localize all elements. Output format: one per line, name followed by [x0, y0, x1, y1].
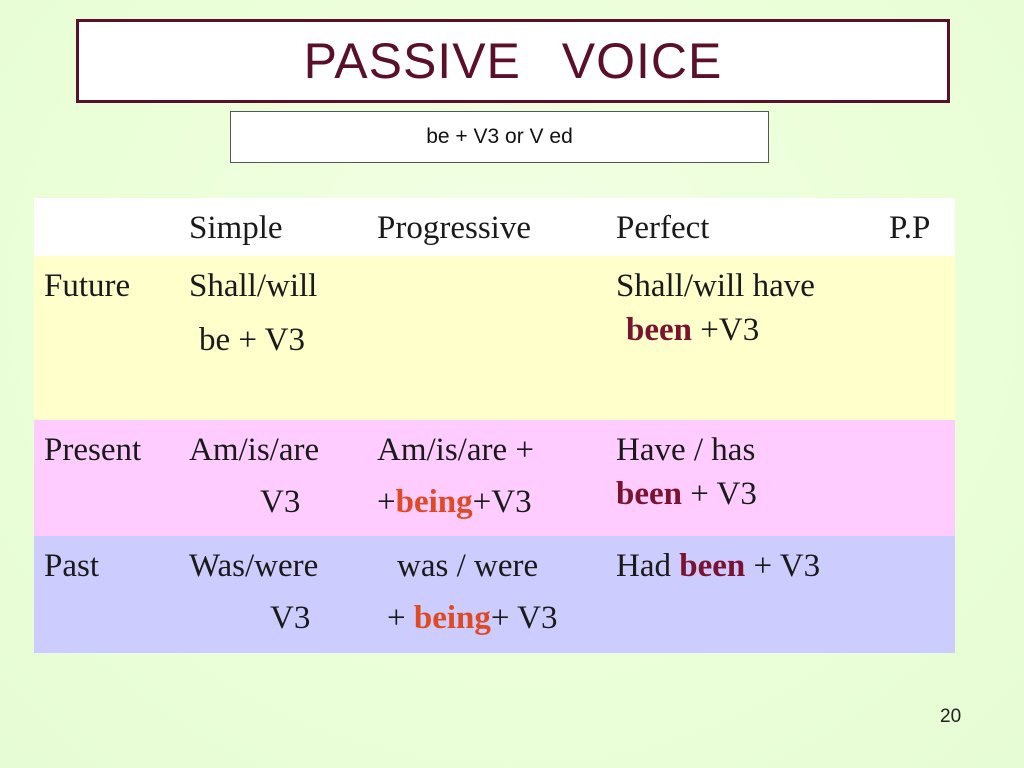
past-simple-line2: V3 — [270, 600, 311, 636]
present-perfect-rest: + V3 — [682, 476, 757, 512]
past-progressive-pre: + — [387, 600, 414, 636]
future-perfect-line2: been +V3 — [626, 304, 759, 356]
table-row-past: Past Was/were V3 was / were + being+ V3 … — [34, 536, 955, 653]
header-simple: Simple — [189, 210, 283, 246]
page-title: PASSIVE VOICE — [303, 33, 723, 89]
future-simple-line1: Shall/will — [189, 268, 318, 304]
being-highlight: being — [395, 484, 473, 520]
present-progressive-pre: + — [377, 484, 396, 520]
past-progressive-line2: + being+ V3 — [387, 592, 558, 644]
row-label-future: Future — [44, 268, 131, 304]
present-perfect-line2: been + V3 — [616, 468, 757, 520]
future-perfect-line2-rest: +V3 — [692, 312, 760, 348]
header-perfect: Perfect — [616, 210, 710, 246]
table-header-row: Simple Progressive Perfect P.P — [34, 198, 955, 256]
present-progressive-line1: Am/is/are + — [377, 432, 534, 468]
past-simple-line1: Was/were — [189, 548, 319, 584]
header-pp: P.P — [889, 210, 931, 246]
past-perfect-rest: + V3 — [745, 548, 821, 584]
tense-table: Simple Progressive Perfect P.P Future Sh… — [34, 198, 955, 653]
been-highlight: been — [626, 312, 692, 348]
header-progressive: Progressive — [377, 210, 531, 246]
page-number: 20 — [940, 706, 962, 727]
been-highlight: been — [616, 476, 682, 512]
present-progressive-rest: +V3 — [472, 484, 532, 520]
past-progressive-line1: was / were — [397, 548, 539, 584]
future-simple-line2: be + V3 — [199, 322, 305, 358]
formula-box: be + V3 or V ed — [230, 111, 769, 163]
row-label-past: Past — [44, 548, 100, 584]
being-highlight: being — [413, 600, 491, 636]
past-perfect-line1: Had been + V3 — [616, 540, 820, 592]
present-simple-line2: V3 — [260, 484, 301, 520]
past-progressive-rest: + V3 — [490, 600, 558, 636]
row-label-present: Present — [44, 432, 142, 468]
present-simple-line1: Am/is/are — [189, 432, 320, 468]
past-perfect-pre: Had — [616, 548, 680, 584]
formula-text: be + V3 or V ed — [426, 125, 573, 148]
table-row-future: Future Shall/will be + V3 Shall/will hav… — [34, 256, 955, 420]
title-box: PASSIVE VOICE — [76, 19, 950, 103]
been-highlight: been — [679, 548, 746, 584]
present-progressive-line2: +being+V3 — [377, 476, 532, 528]
table-row-present: Present Am/is/are V3 Am/is/are + +being+… — [34, 420, 955, 536]
